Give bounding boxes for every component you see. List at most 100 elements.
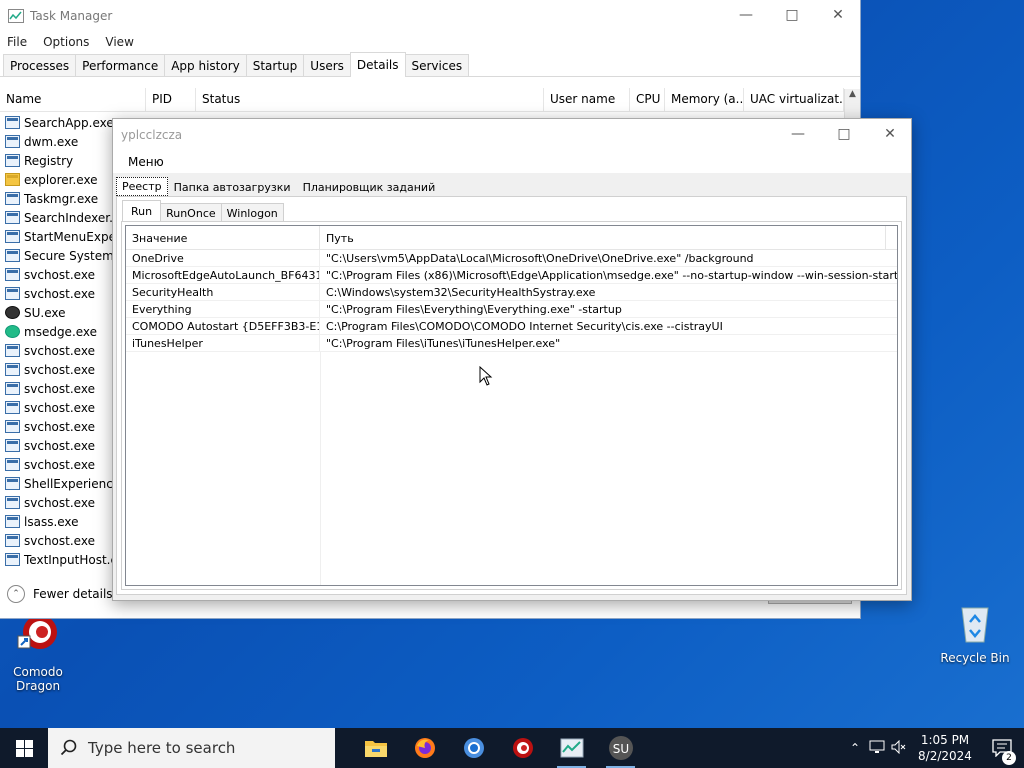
table-row[interactable]: svchost.exe [0,531,118,550]
network-icon[interactable] [866,740,888,757]
process-icon [5,344,20,357]
table-row[interactable]: MicrosoftEdgeAutoLaunch_BF64314... "C:\P… [126,267,897,284]
process-name: msedge.exe [24,324,98,339]
table-row[interactable]: explorer.exe [0,170,118,189]
table-row[interactable]: SearchApp.exe [0,113,118,132]
notification-button[interactable]: 2 [980,739,1024,765]
search-box[interactable]: Type here to search [48,728,335,768]
tab-users[interactable]: Users [303,54,351,76]
process-name: svchost.exe [24,438,95,453]
entry-value: iTunesHelper [126,335,320,351]
folder-icon [5,173,20,186]
table-row[interactable]: dwm.exe [0,132,118,151]
table-row[interactable]: SU.exe [0,303,118,322]
taskbar-file-explorer[interactable] [351,728,400,768]
menu-file[interactable]: File [7,35,27,49]
desktop-icon-comodo-dragon[interactable]: Comodo Dragon [0,614,78,693]
edge-icon [5,325,20,338]
column-uac[interactable]: UAC virtualizat... [744,88,844,111]
table-row[interactable]: SecurityHealth C:\Windows\system32\Secur… [126,284,897,301]
minimize-icon[interactable]: — [775,119,821,149]
desktop-icon-recycle-bin[interactable]: Recycle Bin [935,600,1015,665]
column-cpu[interactable]: CPU [630,88,665,111]
tab-details[interactable]: Details [349,52,406,77]
table-row[interactable]: svchost.exe [0,341,118,360]
tab-registry[interactable]: Реестр [116,177,168,196]
fewer-details-label: Fewer details [33,587,113,601]
table-row[interactable]: Taskmgr.exe [0,189,118,208]
column-user-name[interactable]: User name [544,88,630,111]
process-name: Secure System [24,248,114,263]
table-row[interactable]: svchost.exe [0,379,118,398]
close-icon[interactable]: ✕ [815,0,861,30]
table-row[interactable]: Registry [0,151,118,170]
taskbar-comodo-dragon[interactable] [498,728,547,768]
table-row[interactable]: Secure System [0,246,118,265]
process-icon [5,154,20,167]
tab-performance[interactable]: Performance [75,54,166,76]
column-memory[interactable]: Memory (a... [665,88,744,111]
table-row[interactable]: svchost.exe [0,360,118,379]
menu-bar: File Options View [0,31,860,53]
table-row[interactable]: StartMenuExperi [0,227,118,246]
tab-app-history[interactable]: App history [164,54,247,76]
table-row[interactable]: COMODO Autostart {D5EFF3B3-E12... C:\Pro… [126,318,897,335]
tab-startup-folder[interactable]: Папка автозагрузки [168,178,297,196]
search-icon [60,739,77,756]
table-row[interactable]: lsass.exe [0,512,118,531]
column-pid[interactable]: PID [146,88,196,111]
minimize-icon[interactable]: — [723,0,769,30]
process-icon [5,477,20,490]
tab-processes[interactable]: Processes [3,54,77,76]
scroll-up-icon[interactable]: ▲ [845,89,860,99]
table-row[interactable]: svchost.exe [0,455,118,474]
start-button[interactable] [0,728,48,768]
table-row[interactable]: svchost.exe [0,417,118,436]
process-name: dwm.exe [24,134,79,149]
menu-options[interactable]: Options [43,35,89,49]
dialog-tab-bar: Реестр Папка автозагрузки Планировщик за… [116,176,441,196]
maximize-icon[interactable]: □ [769,0,815,30]
table-row[interactable]: TextInputHost.ex [0,550,118,569]
tab-runonce[interactable]: RunOnce [160,203,222,222]
clock[interactable]: 1:05 PM 8/2/2024 [910,732,980,764]
tab-startup[interactable]: Startup [245,54,305,76]
process-icon [5,496,20,509]
table-row[interactable]: Everything "C:\Program Files\Everything\… [126,301,897,318]
table-row[interactable]: svchost.exe [0,493,118,512]
entry-path: "C:\Program Files (x86)\Microsoft\Edge\A… [326,269,897,282]
window-controls: — □ ✕ [723,0,861,30]
column-value[interactable]: Значение [126,226,320,249]
clock-time: 1:05 PM [920,733,970,747]
volume-muted-icon[interactable] [888,739,910,757]
fewer-details-button[interactable]: ⌃ Fewer details [7,585,113,603]
table-row[interactable]: msedge.exe [0,322,118,341]
menu-view[interactable]: View [105,35,133,49]
tab-run[interactable]: Run [122,200,162,222]
table-row[interactable]: ShellExperienceH [0,474,118,493]
entry-value: MicrosoftEdgeAutoLaunch_BF64314... [126,267,320,283]
column-status[interactable]: Status [196,88,544,111]
taskbar-task-manager[interactable] [547,728,596,768]
close-icon[interactable]: ✕ [867,119,913,149]
taskbar-chrome[interactable] [449,728,498,768]
dialog-window-controls: — □ ✕ [775,119,913,149]
scrollbar[interactable]: ▲ [844,89,860,119]
table-row[interactable]: svchost.exe [0,436,118,455]
table-row[interactable]: OneDrive "C:\Users\vm5\AppData\Local\Mic… [126,250,897,267]
tab-task-scheduler[interactable]: Планировщик заданий [297,178,442,196]
tab-services[interactable]: Services [404,54,470,76]
taskbar-firefox[interactable] [400,728,449,768]
chevron-up-icon[interactable]: ⌃ [844,741,866,755]
column-path[interactable]: Путь [320,226,886,249]
table-row[interactable]: SearchIndexer.exe [0,208,118,227]
tab-winlogon[interactable]: Winlogon [220,203,284,222]
column-name[interactable]: Name [0,88,146,111]
table-row[interactable]: svchost.exe [0,265,118,284]
table-row[interactable]: svchost.exe [0,398,118,417]
menu-main[interactable]: Меню [128,155,164,169]
maximize-icon[interactable]: □ [821,119,867,149]
table-row[interactable]: svchost.exe [0,284,118,303]
table-row[interactable]: iTunesHelper "C:\Program Files\iTunes\iT… [126,335,897,352]
taskbar-su[interactable]: SU [596,728,645,768]
